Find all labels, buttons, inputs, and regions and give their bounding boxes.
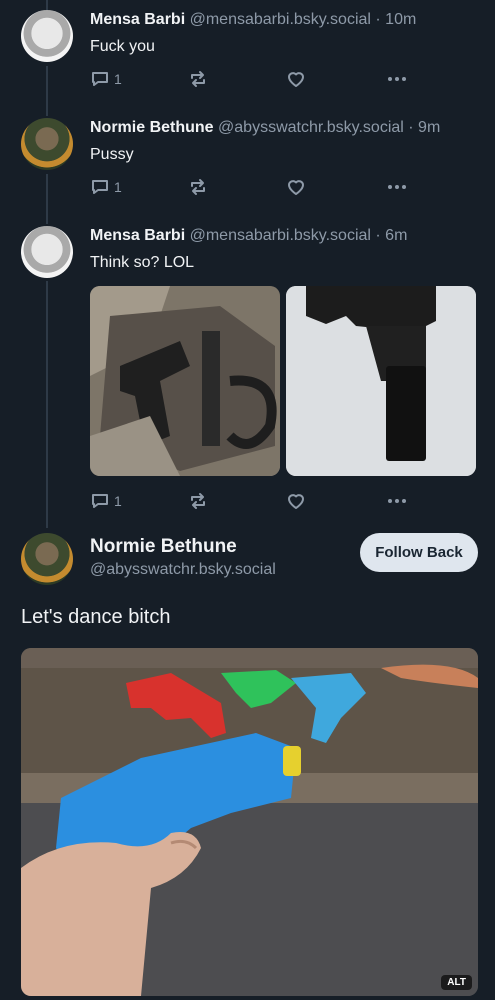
thread-post[interactable]: Normie Bethune @abysswatchr.bsky.social … — [0, 108, 495, 216]
repost-icon — [191, 71, 205, 87]
more-button[interactable] — [386, 68, 408, 90]
post-time: · 10m — [375, 11, 417, 28]
reply-button[interactable]: 1 — [90, 490, 122, 512]
author-name[interactable]: Normie Bethune — [90, 536, 237, 558]
author-name[interactable]: Mensa Barbi — [90, 227, 185, 244]
avatar[interactable] — [21, 226, 73, 278]
like-button[interactable] — [286, 490, 306, 512]
follow-back-button[interactable]: Follow Back — [360, 533, 478, 572]
more-button[interactable] — [386, 176, 408, 198]
repost-button[interactable] — [188, 68, 208, 90]
heart-icon — [288, 180, 304, 195]
post-image[interactable] — [286, 286, 476, 476]
post-text: Let's dance bitch — [21, 606, 171, 628]
author-name[interactable]: Mensa Barbi — [90, 11, 185, 28]
post-time: · 9m — [408, 119, 441, 136]
author-handle[interactable]: @mensabarbi.bsky.social — [190, 11, 371, 28]
more-icon — [388, 499, 406, 503]
avatar[interactable] — [21, 118, 73, 170]
heart-icon — [288, 72, 304, 87]
reply-button[interactable]: 1 — [90, 68, 122, 90]
more-icon — [388, 77, 406, 81]
reply-count: 1 — [114, 179, 122, 195]
post-image[interactable]: ALT — [21, 648, 478, 996]
author-handle[interactable]: @mensabarbi.bsky.social — [190, 227, 371, 244]
repost-button[interactable] — [188, 490, 208, 512]
repost-icon — [191, 493, 205, 509]
author-name[interactable]: Normie Bethune — [90, 119, 214, 136]
more-button[interactable] — [386, 490, 408, 512]
reply-icon — [92, 494, 108, 508]
repost-button[interactable] — [188, 176, 208, 198]
post-time: · 6m — [375, 227, 408, 244]
post-text: Pussy — [90, 146, 134, 163]
heart-icon — [288, 494, 304, 509]
avatar[interactable] — [21, 533, 73, 585]
like-button[interactable] — [286, 68, 306, 90]
thread-post[interactable]: Mensa Barbi @mensabarbi.bsky.social · 10… — [0, 0, 495, 108]
reply-button[interactable]: 1 — [90, 176, 122, 198]
more-icon — [388, 185, 406, 189]
repost-icon — [191, 179, 205, 195]
avatar[interactable] — [21, 10, 73, 62]
alt-badge[interactable]: ALT — [441, 975, 472, 990]
reply-count: 1 — [114, 493, 122, 509]
post-text: Fuck you — [90, 38, 155, 55]
author-handle[interactable]: @abysswatchr.bsky.social — [90, 561, 276, 579]
post-text: Think so? LOL — [90, 254, 195, 271]
reply-icon — [92, 180, 108, 194]
author-handle[interactable]: @abysswatchr.bsky.social — [218, 119, 404, 136]
reply-icon — [92, 72, 108, 86]
holster-photo — [90, 286, 280, 476]
like-button[interactable] — [286, 176, 306, 198]
gun-photo — [286, 286, 476, 476]
image-grid — [90, 286, 476, 476]
reply-count: 1 — [114, 71, 122, 87]
water-gun-photo — [21, 648, 478, 996]
post-image[interactable] — [90, 286, 280, 476]
